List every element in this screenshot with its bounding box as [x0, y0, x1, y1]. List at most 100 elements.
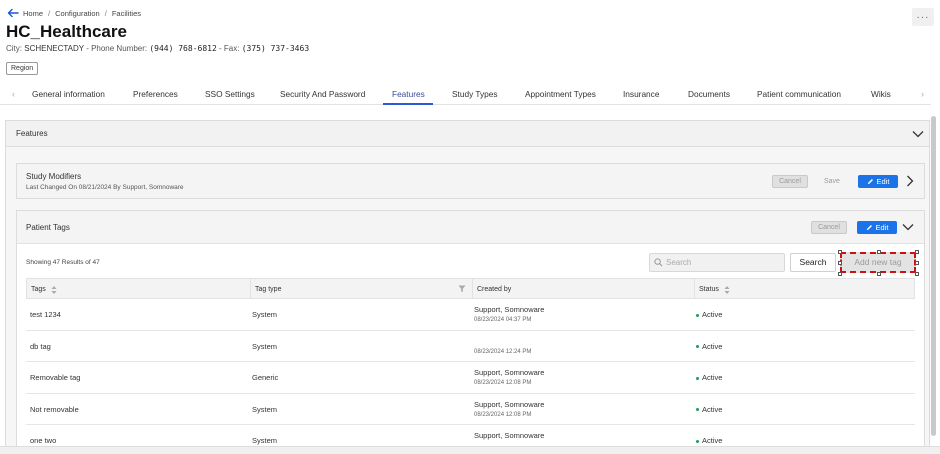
tab-patient-communication[interactable]: Patient communication	[757, 89, 841, 99]
column-header-label: Status	[699, 286, 719, 293]
tag-name: Not removable	[30, 404, 79, 414]
tag-name: one two	[30, 436, 57, 445]
features-panel-title: Features	[16, 129, 48, 138]
patient-tags-cancel-button[interactable]: Cancel	[811, 221, 847, 234]
page-title: HC_Healthcare	[6, 22, 127, 41]
created-at: 08/23/2024 12:08 PM	[474, 380, 532, 386]
status-active-dot-icon	[696, 439, 699, 443]
column-header-label: Tags	[31, 286, 46, 293]
tag-name: Removable tag	[30, 373, 81, 382]
chevron-down-icon[interactable]	[911, 127, 925, 141]
breadcrumb-configuration[interactable]: Configuration	[55, 9, 100, 18]
search-button[interactable]: Search	[790, 253, 836, 272]
selection-handle	[877, 272, 881, 276]
status-text: Active	[702, 404, 723, 414]
tab-preferences[interactable]: Preferences	[133, 89, 178, 99]
column-header-created-by[interactable]: Created by	[473, 279, 695, 300]
selection-handle	[915, 250, 919, 254]
tag-search-input[interactable]	[666, 258, 776, 267]
city-value: SCHENECTADY	[24, 44, 84, 53]
tab-appointment-types[interactable]: Appointment Types	[525, 89, 596, 99]
tag-type: System	[252, 310, 278, 319]
column-header-tag-type[interactable]: Tag type	[251, 279, 473, 300]
region-badge[interactable]: Region	[6, 62, 39, 75]
study-modifiers-save-button[interactable]: Save	[824, 178, 840, 185]
patient-tags-edit-label: Edit	[875, 223, 889, 232]
more-options-button[interactable]: ···	[912, 8, 934, 26]
created-by-name: Support, Somnoware	[474, 368, 545, 377]
table-row[interactable]: Not removable System Support, Somnoware …	[26, 393, 915, 425]
tab-study-types[interactable]: Study Types	[452, 89, 498, 99]
study-modifiers-last-changed: Last Changed On 08/21/2024 By Support, S…	[26, 184, 184, 191]
selection-handle	[915, 272, 919, 276]
column-header-label: Tag type	[255, 286, 282, 293]
tab-general-information[interactable]: General information	[32, 89, 105, 99]
tag-search-box[interactable]	[649, 253, 785, 272]
tabs-scroll-left-icon[interactable]: ‹	[12, 89, 15, 99]
breadcrumb-separator: /	[48, 8, 51, 18]
results-count: Showing 47 Results of 47	[26, 259, 100, 266]
back-arrow-icon[interactable]	[6, 6, 20, 20]
status-active-dot-icon	[696, 345, 699, 349]
tag-type: System	[252, 404, 278, 414]
facility-tabs: ‹ General information Preferences SSO Se…	[0, 85, 931, 105]
phone-value: (944) 768-6812	[149, 44, 217, 53]
features-panel-header[interactable]: Features	[6, 121, 929, 147]
study-modifiers-edit-button[interactable]: Edit	[858, 175, 898, 188]
column-header-tags[interactable]: Tags	[27, 279, 251, 300]
selection-handle	[915, 261, 919, 265]
tab-sso-settings[interactable]: SSO Settings	[205, 89, 255, 99]
study-modifiers-card: Study Modifiers Last Changed On 08/21/20…	[16, 163, 925, 199]
status-active-dot-icon	[696, 376, 699, 380]
pencil-icon	[866, 225, 872, 231]
table-row[interactable]: test 1234 System Support, Somnoware 08/2…	[26, 299, 915, 331]
tab-wikis[interactable]: Wikis	[871, 89, 891, 99]
sort-icon[interactable]	[51, 285, 57, 295]
selection-handle	[838, 250, 842, 254]
selection-handle	[838, 261, 842, 265]
bottom-bar	[0, 446, 940, 454]
created-by-name: Support, Somnoware	[474, 399, 545, 409]
breadcrumb-home[interactable]: Home	[23, 9, 43, 18]
tag-name: db tag	[30, 341, 51, 351]
status-active-dot-icon	[696, 313, 699, 317]
created-by-name: Support, Somnoware	[474, 431, 545, 440]
fax-label: - Fax:	[219, 44, 240, 53]
tag-type: Generic	[252, 373, 279, 382]
filter-icon[interactable]	[458, 285, 466, 293]
tab-security-and-password[interactable]: Security And Password	[280, 89, 365, 99]
tabs-scroll-right-icon[interactable]: ›	[921, 89, 924, 99]
column-header-label: Created by	[477, 286, 512, 293]
active-tab-indicator	[383, 103, 433, 105]
tab-insurance[interactable]: Insurance	[623, 89, 659, 99]
add-new-tag-button[interactable]: Add new tag	[840, 252, 916, 273]
patient-tags-title: Patient Tags	[26, 223, 70, 232]
page-scrollbar[interactable]	[931, 116, 936, 436]
patient-tags-header: Patient Tags Cancel Edit	[17, 211, 924, 244]
tag-type: System	[252, 341, 278, 351]
chevron-down-icon[interactable]	[901, 220, 915, 234]
created-at: 08/23/2024 04:37 PM	[474, 317, 532, 323]
city-label: City:	[6, 44, 22, 53]
tab-documents[interactable]: Documents	[688, 89, 730, 99]
study-modifiers-header: Study Modifiers Last Changed On 08/21/20…	[17, 164, 924, 198]
tag-name: test 1234	[30, 310, 61, 319]
sort-icon[interactable]	[724, 285, 730, 295]
facility-contact-info: City: SCHENECTADY - Phone Number: (944) …	[6, 44, 309, 53]
search-icon	[654, 258, 663, 267]
tab-features[interactable]: Features	[392, 89, 425, 99]
table-row[interactable]: db tag System 08/23/2024 12:24 PM Active	[26, 330, 915, 362]
table-header: Tags Tag type Created by Status	[26, 278, 915, 300]
table-row[interactable]: Removable tag Generic Support, Somnoware…	[26, 362, 915, 394]
study-modifiers-edit-label: Edit	[876, 177, 890, 186]
column-header-status[interactable]: Status	[695, 279, 914, 300]
tag-type: System	[252, 436, 278, 445]
breadcrumb: Home / Configuration / Facilities	[6, 6, 141, 20]
study-modifiers-cancel-button[interactable]: Cancel	[772, 175, 808, 188]
pencil-icon	[867, 179, 873, 185]
patient-tags-edit-button[interactable]: Edit	[857, 221, 897, 234]
status-active-dot-icon	[696, 408, 699, 412]
chevron-right-icon[interactable]	[903, 174, 917, 188]
created-at: 08/23/2024 12:08 PM	[474, 411, 532, 418]
status-cell: Active	[696, 405, 722, 414]
